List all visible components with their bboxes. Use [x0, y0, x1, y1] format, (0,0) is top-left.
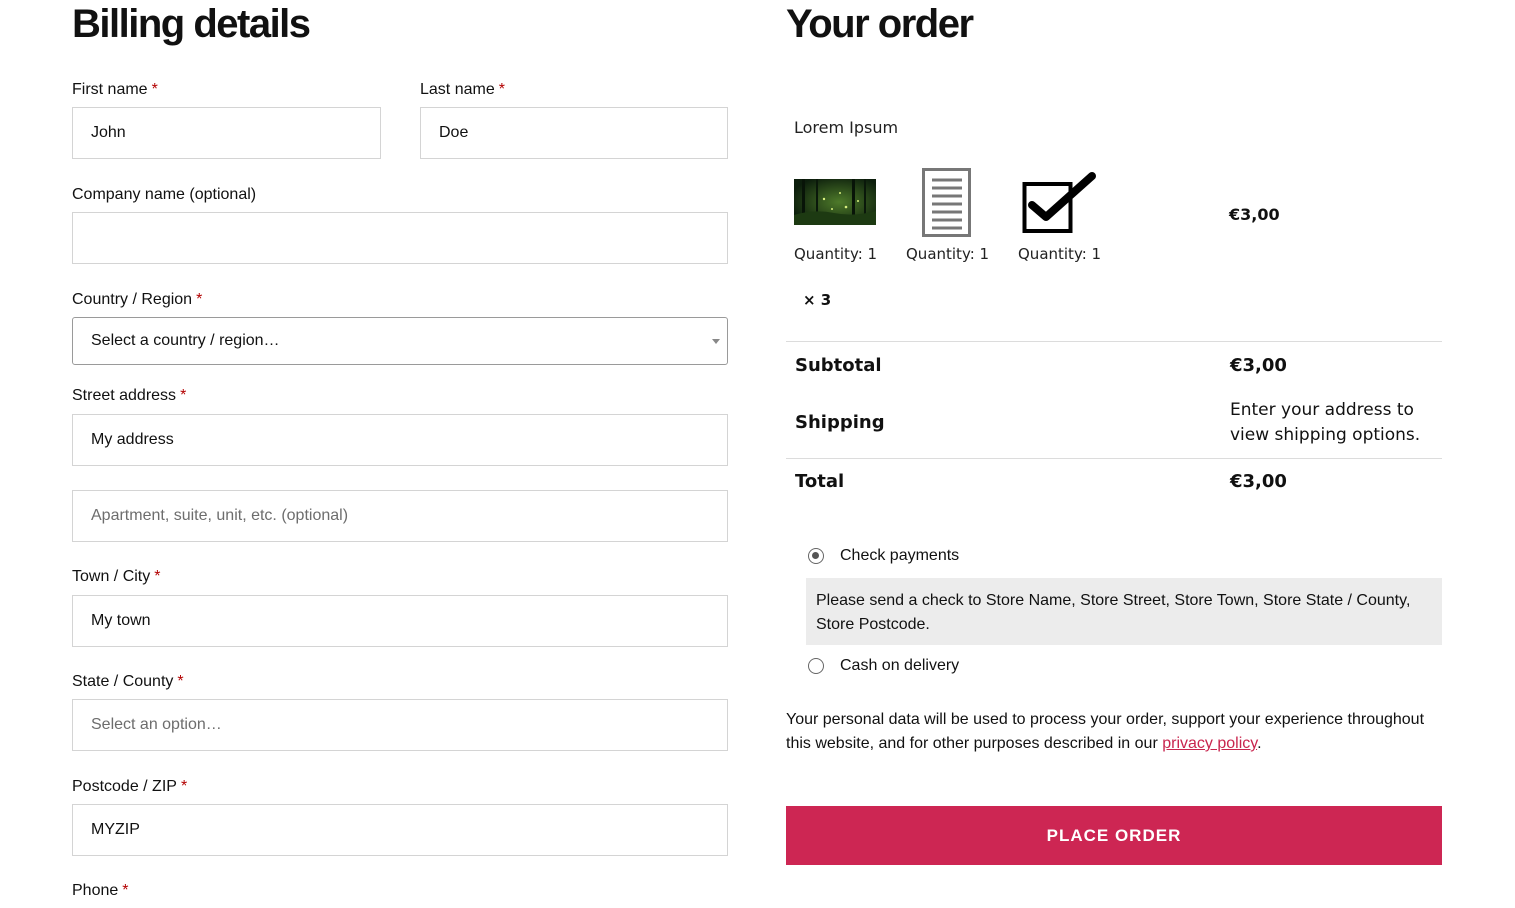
- required-mark: *: [154, 568, 161, 585]
- checkbox-checked-icon: [1022, 171, 1098, 235]
- state-label: State / County *: [72, 673, 184, 690]
- document-icon: [922, 168, 972, 238]
- shipping-label: Shipping: [795, 412, 885, 433]
- street-address-label: Street address *: [72, 387, 187, 404]
- product-name: Lorem Ipsum: [794, 118, 899, 137]
- privacy-policy-link[interactable]: privacy policy: [1162, 735, 1257, 752]
- apartment-field[interactable]: Apartment, suite, unit, etc. (optional): [72, 490, 728, 542]
- subtotal-label: Subtotal: [795, 355, 882, 376]
- cash-on-delivery-label[interactable]: Cash on delivery: [840, 657, 959, 675]
- first-name-label: First name *: [72, 81, 158, 98]
- company-field[interactable]: [72, 212, 728, 264]
- check-payments-radio[interactable]: [808, 548, 824, 564]
- item-quantity: Quantity: 1: [1018, 245, 1102, 263]
- dropdown-arrow-icon: [712, 339, 720, 344]
- required-mark: *: [180, 387, 187, 404]
- shipping-text: Enter your address to view shipping opti…: [1230, 400, 1421, 445]
- country-label: Country / Region *: [72, 291, 203, 308]
- town-label: Town / City *: [72, 568, 161, 585]
- town-field[interactable]: My town: [72, 595, 728, 647]
- phone-label: Phone *: [72, 882, 129, 899]
- state-select[interactable]: Select an option…: [72, 699, 728, 751]
- last-name-field[interactable]: Doe: [420, 107, 728, 159]
- divider: [786, 458, 1442, 459]
- product-multiplier: × 3: [803, 291, 832, 309]
- postcode-label: Postcode / ZIP *: [72, 778, 188, 795]
- item-quantity: Quantity: 1: [794, 245, 878, 263]
- check-payment-description: Please send a check to Store Name, Store…: [806, 578, 1442, 645]
- first-name-field[interactable]: John: [72, 107, 381, 159]
- postcode-field[interactable]: MYZIP: [72, 804, 728, 856]
- item-quantity: Quantity: 1: [906, 245, 990, 263]
- total-value: €3,00: [1230, 471, 1287, 492]
- required-mark: *: [196, 291, 203, 308]
- check-payments-label[interactable]: Check payments: [840, 547, 959, 565]
- required-mark: *: [122, 882, 129, 899]
- order-review-section: Your order Lorem Ipsum Quantity: 1 Quant…: [786, 0, 1442, 908]
- company-label: Company name (optional): [72, 186, 257, 203]
- required-mark: *: [177, 673, 184, 690]
- order-title: Your order: [786, 2, 974, 46]
- place-order-button[interactable]: PLACE ORDER: [786, 806, 1442, 865]
- subtotal-value: €3,00: [1230, 355, 1287, 376]
- required-mark: *: [151, 81, 158, 98]
- last-name-label: Last name *: [420, 81, 505, 98]
- cash-on-delivery-radio[interactable]: [808, 658, 824, 674]
- country-select[interactable]: Select a country / region…: [72, 317, 728, 365]
- street-address-field[interactable]: My address: [72, 414, 728, 466]
- required-mark: *: [180, 778, 188, 795]
- privacy-notice: Your personal data will be used to proce…: [786, 711, 1425, 752]
- required-mark: *: [498, 81, 505, 98]
- divider: [786, 341, 1442, 342]
- total-label: Total: [795, 471, 845, 492]
- forest-image: [794, 179, 876, 225]
- billing-title: Billing details: [72, 2, 311, 46]
- line-price: €3,00: [1229, 205, 1280, 224]
